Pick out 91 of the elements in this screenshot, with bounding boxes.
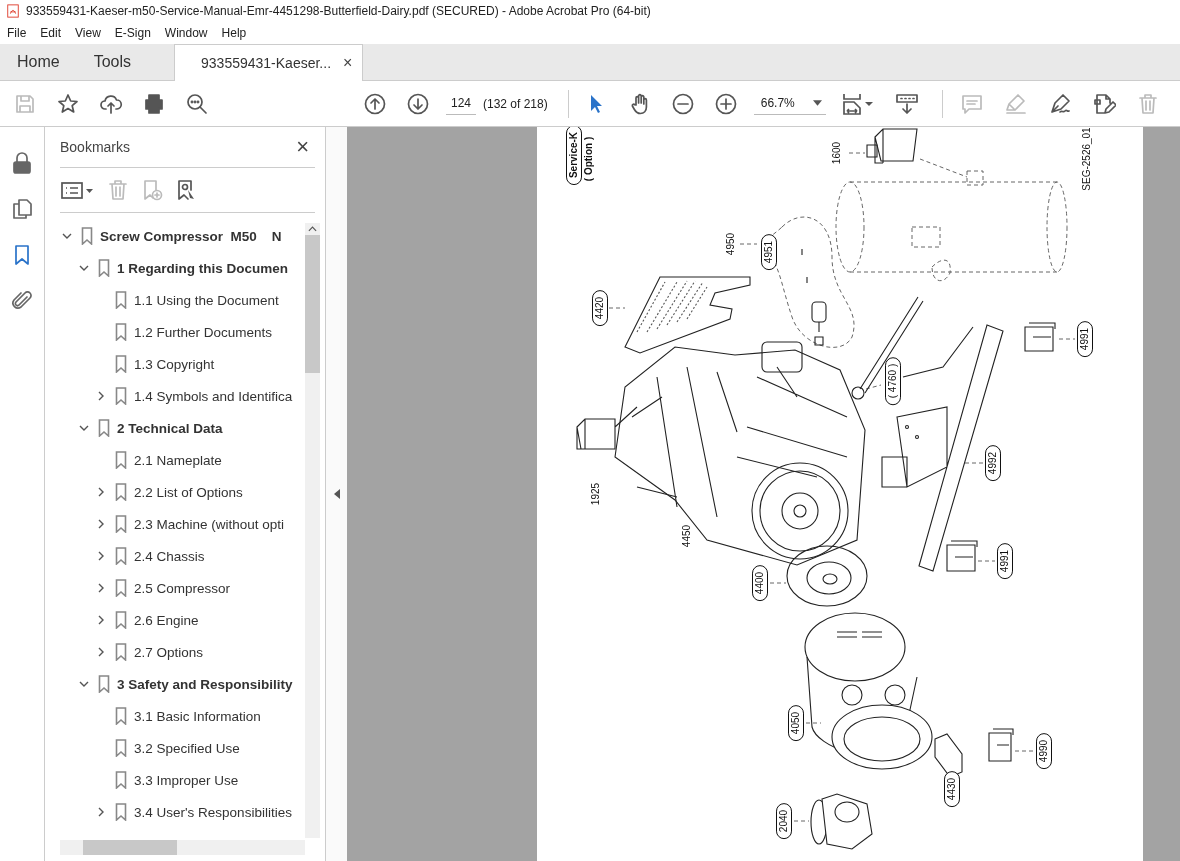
bookmark-item[interactable]: 1.2 Further Documents — [134, 324, 273, 340]
bookmark-item[interactable]: 1.4 Symbols and Identifica — [134, 388, 293, 404]
menu-item[interactable]: File — [0, 26, 34, 40]
chevron-icon[interactable] — [96, 551, 106, 561]
bookmark-item[interactable]: 2.1 Nameplate — [134, 452, 222, 468]
bookmark-icon — [115, 739, 127, 757]
tab[interactable]: Home — [0, 44, 77, 80]
bookmark-item[interactable]: 2.4 Chassis — [134, 548, 205, 564]
bookmark-icon — [115, 387, 127, 405]
scroll-thumb[interactable] — [83, 840, 177, 855]
bookmark-icon — [115, 483, 127, 501]
chevron-icon[interactable] — [79, 263, 89, 273]
menu-item[interactable]: Window — [157, 26, 215, 40]
collapse-arrow-icon[interactable] — [333, 489, 340, 499]
menu-item[interactable]: E-Sign — [107, 26, 158, 40]
bookmark-item[interactable]: 3.1 Basic Information — [134, 708, 261, 724]
bookmark-item[interactable]: 3.3 Improper Use — [134, 772, 239, 788]
bookmark-icon — [115, 611, 127, 629]
bookmark-item[interactable]: 1 Regarding this Documen — [117, 260, 289, 276]
part-number: 4450 — [681, 524, 693, 548]
bookmark-icon — [81, 227, 93, 245]
chevron-icon[interactable] — [96, 615, 106, 625]
part-number: 4991 — [1077, 320, 1093, 358]
bookmark-item[interactable]: 2.5 Compressor — [134, 580, 231, 596]
chevron-icon[interactable] — [96, 807, 106, 817]
bookmark-item[interactable]: 2.7 Options — [134, 644, 204, 660]
bookmark-item[interactable]: 2.6 Engine — [134, 612, 199, 628]
bookmark-icon — [98, 419, 110, 437]
tab[interactable]: 933559431-Kaeser... × — [174, 44, 364, 81]
bookmark-icon — [98, 675, 110, 693]
pdf-icon — [6, 4, 20, 18]
bookmark-icon — [115, 355, 127, 373]
close-icon[interactable]: × — [343, 54, 353, 72]
part-number: 1600 — [831, 141, 843, 165]
page-number-field[interactable]: 124 — [446, 92, 476, 115]
scrollbar[interactable] — [60, 840, 305, 855]
bookmark-icon — [115, 291, 127, 309]
part-number: 4050 — [788, 704, 804, 742]
part-number: 1925 — [590, 482, 602, 506]
chevron-icon[interactable] — [96, 519, 106, 529]
part-number: 4420 — [592, 289, 608, 327]
bookmark-icon — [115, 803, 127, 821]
panel-title: Bookmarks — [60, 139, 131, 155]
bookmark-item[interactable]: 2.2 List of Options — [134, 484, 243, 500]
bookmark-item[interactable]: 2 Technical Data — [117, 420, 223, 436]
option-note: ( Option ) — [583, 136, 595, 182]
zoom-field[interactable]: 66.7% — [753, 92, 826, 115]
chevron-icon[interactable] — [62, 231, 72, 241]
scrollbar[interactable] — [305, 223, 320, 838]
caret-icon[interactable] — [812, 100, 822, 106]
part-number: 4950 — [725, 232, 737, 256]
bookmark-icon — [115, 707, 127, 725]
part-number: ( 4760 ) — [885, 356, 901, 406]
bookmark-icon — [115, 515, 127, 533]
menu-item[interactable]: View — [68, 26, 108, 40]
page-count: (132 of 218) — [483, 96, 548, 111]
menu-item[interactable]: Help — [214, 26, 254, 40]
chevron-icon[interactable] — [79, 679, 89, 689]
chevron-icon[interactable] — [96, 391, 106, 401]
bookmark-item[interactable]: 3 Safety and Responsibility — [117, 676, 293, 692]
bookmark-icon — [115, 547, 127, 565]
drawing-code: SEG-2526_01 — [1081, 127, 1093, 191]
part-number: 4991 — [997, 542, 1013, 580]
part-number: 4990 — [1036, 732, 1052, 770]
part-number: 2040 — [776, 802, 792, 840]
part-number: 4430 — [944, 770, 960, 808]
close-icon[interactable]: × — [296, 134, 309, 160]
window-title: 933559431-Kaeser-m50-Service-Manual-Emr-4451298-Butterfield-Dairy.pdf (SECURED) - Adobe Acrobat Pro (64-bit) — [26, 4, 651, 18]
part-number: 4400 — [752, 564, 768, 602]
chevron-icon[interactable] — [79, 423, 89, 433]
bookmark-item[interactable]: 3.2 Specified Use — [134, 740, 240, 756]
bookmark-item[interactable]: 3.4 User's Responsibilities — [134, 804, 292, 820]
bookmark-item[interactable]: 2.3 Machine (without opti — [134, 516, 285, 532]
bookmark-icon — [115, 451, 127, 469]
chevron-icon[interactable] — [96, 647, 106, 657]
menu-item[interactable]: Edit — [33, 26, 69, 40]
scroll-up-icon[interactable] — [308, 226, 317, 232]
scroll-thumb[interactable] — [305, 235, 320, 373]
bookmark-item[interactable]: Screw Compressor M50 N — [100, 228, 282, 244]
chevron-icon[interactable] — [96, 487, 106, 497]
chevron-icon[interactable] — [96, 583, 106, 593]
tab[interactable]: Tools — [76, 44, 149, 80]
bookmark-icon — [115, 579, 127, 597]
bookmark-icon — [115, 323, 127, 341]
part-number: 4951 — [761, 233, 777, 271]
bookmark-item[interactable]: 1.3 Copyright — [134, 356, 215, 372]
bookmark-icon — [98, 259, 110, 277]
bookmark-icon — [115, 771, 127, 789]
bookmark-icon — [115, 643, 127, 661]
bookmark-item[interactable]: 1.1 Using the Document — [134, 292, 279, 308]
part-number: 4992 — [985, 444, 1001, 482]
